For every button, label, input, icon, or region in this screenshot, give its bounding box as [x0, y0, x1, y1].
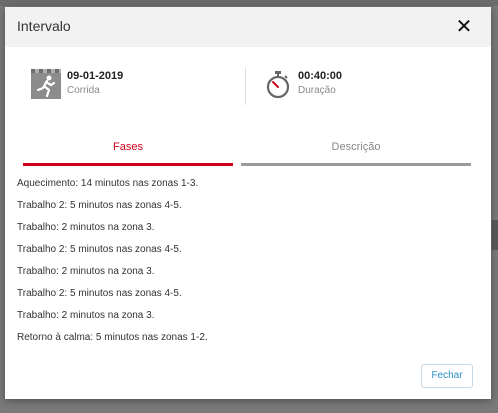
phase-item: Aquecimento: 14 minutos nas zonas 1-3.: [17, 178, 199, 189]
tab-phases[interactable]: Fases: [23, 141, 233, 166]
background-page: [0, 0, 498, 6]
phase-list: Aquecimento: 14 minutos nas zonas 1-3. T…: [17, 177, 208, 353]
modal-header: Intervalo ✕: [5, 7, 491, 47]
duration-value: 00:40:00: [298, 70, 343, 82]
phase-item: Trabalho 2: 5 minutos nas zonas 4-5.: [17, 200, 182, 211]
modal-title: Intervalo: [17, 18, 71, 34]
summary-divider: [245, 67, 246, 105]
phase-item: Trabalho 2: 5 minutos nas zonas 4-5.: [17, 288, 182, 299]
duration-label: Duração: [298, 85, 336, 96]
activity-type: Corrida: [67, 85, 100, 96]
close-icon[interactable]: ✕: [453, 16, 475, 38]
phase-item: Retorno à calma: 5 minutos nas zonas 1-2…: [17, 332, 208, 343]
phase-item: Trabalho: 2 minutos na zona 3.: [17, 222, 155, 233]
tab-description[interactable]: Descrição: [241, 141, 471, 166]
phase-item: Trabalho 2: 5 minutos nas zonas 4-5.: [17, 244, 182, 255]
background-page-edge: [492, 220, 498, 250]
close-button[interactable]: Fechar: [421, 364, 473, 388]
phase-item: Trabalho: 2 minutos na zona 3.: [17, 310, 155, 321]
phase-item: Trabalho: 2 minutos na zona 3.: [17, 266, 155, 277]
workout-date: 09-01-2019: [67, 70, 124, 82]
interval-modal: Intervalo ✕ 09-01-2019 Corrida 00:40:00 …: [5, 7, 491, 399]
stopwatch-icon: [265, 70, 291, 100]
runner-icon: [31, 69, 61, 99]
